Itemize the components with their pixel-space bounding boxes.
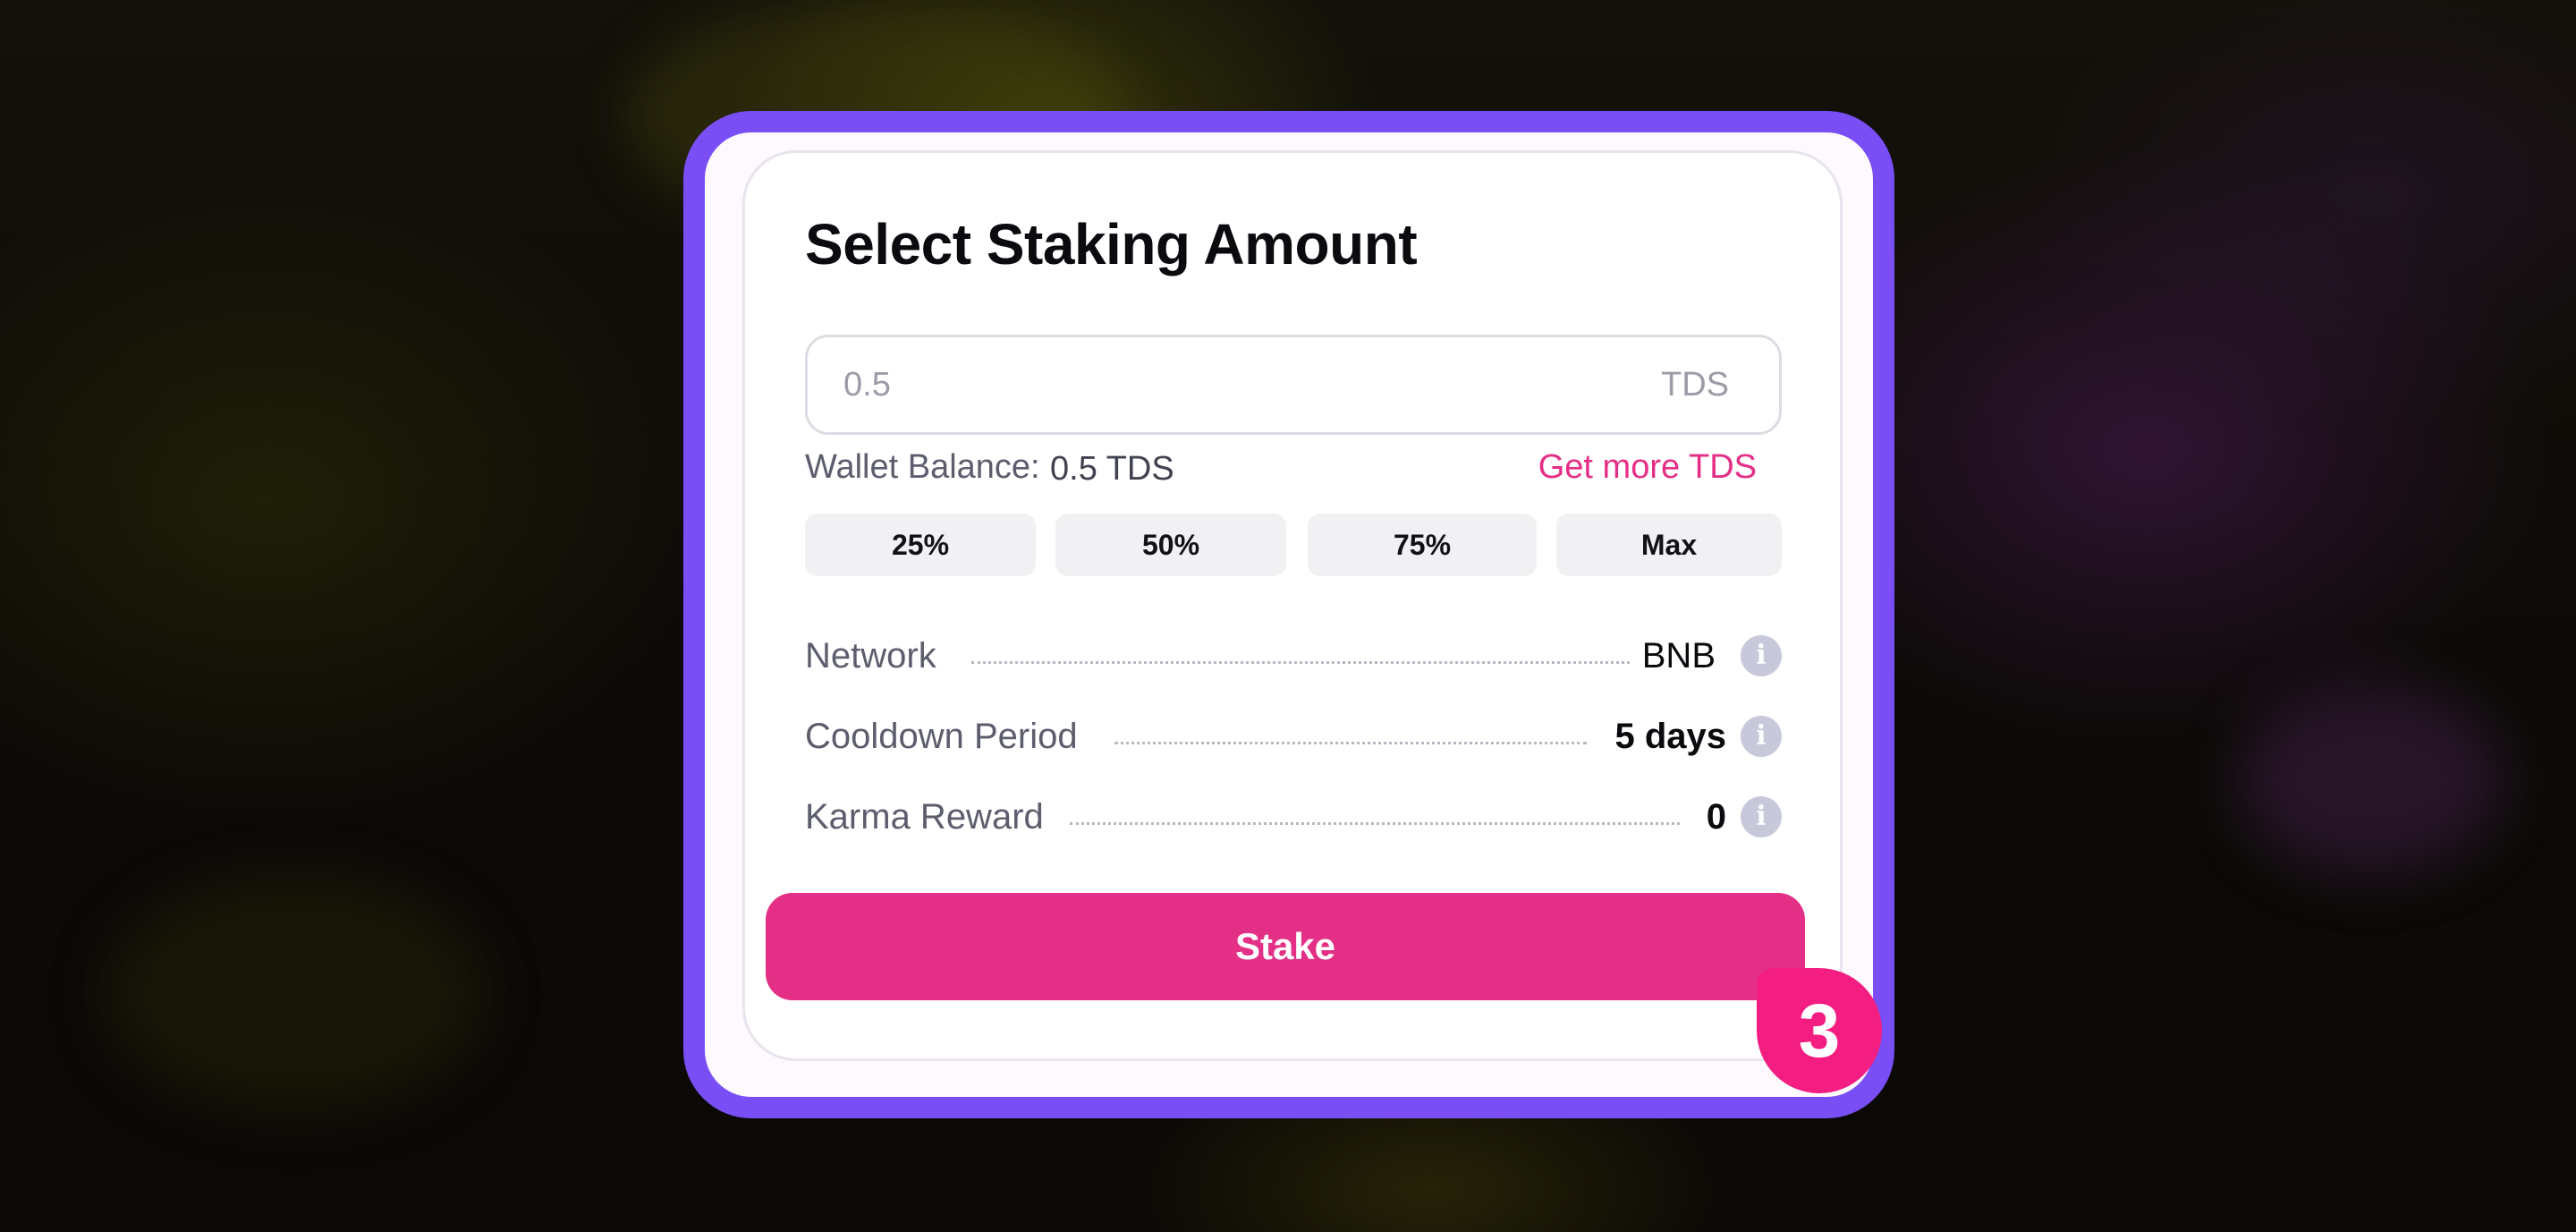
- percent-75-button[interactable]: 75%: [1308, 514, 1537, 576]
- get-more-tds-link[interactable]: Get more TDS: [1538, 442, 1757, 492]
- karma-reward-label: Karma Reward: [805, 797, 1044, 837]
- percent-25-button[interactable]: 25%: [805, 514, 1036, 576]
- cooldown-period-value: 5 days: [1614, 717, 1726, 756]
- cooldown-period-row: Cooldown Period 5 days i: [805, 709, 1782, 763]
- network-row: Network BNB i: [805, 629, 1782, 683]
- info-icon[interactable]: i: [1741, 635, 1782, 676]
- info-icon[interactable]: i: [1741, 716, 1782, 757]
- amount-input[interactable]: [843, 337, 1559, 432]
- wallet-balance-row: Wallet Balance: 0.5 TDS Get more TDS: [805, 442, 1757, 492]
- stake-button[interactable]: Stake: [766, 893, 1805, 1000]
- wallet-balance-label: Wallet Balance:: [805, 448, 1040, 486]
- dotted-leader: [1070, 822, 1680, 825]
- network-label: Network: [805, 636, 936, 675]
- page-title: Select Staking Amount: [805, 212, 1418, 276]
- step-number-badge: 3: [1757, 968, 1882, 1093]
- background-highlight: [107, 877, 483, 1109]
- network-value: BNB: [1641, 636, 1716, 675]
- max-button[interactable]: Max: [1556, 514, 1782, 576]
- info-icon[interactable]: i: [1741, 796, 1782, 837]
- amount-field[interactable]: TDS: [805, 335, 1782, 435]
- karma-reward-value: 0: [1706, 797, 1726, 837]
- amount-unit-label: TDS: [1661, 366, 1729, 404]
- karma-reward-row: Karma Reward 0 i: [805, 790, 1782, 844]
- percent-50-button[interactable]: 50%: [1055, 514, 1286, 576]
- background-highlight: [2236, 680, 2504, 877]
- dotted-leader: [971, 661, 1630, 664]
- cooldown-period-label: Cooldown Period: [805, 717, 1078, 756]
- wallet-balance-value: 0.5 TDS: [1050, 450, 1174, 488]
- dotted-leader: [1114, 742, 1587, 744]
